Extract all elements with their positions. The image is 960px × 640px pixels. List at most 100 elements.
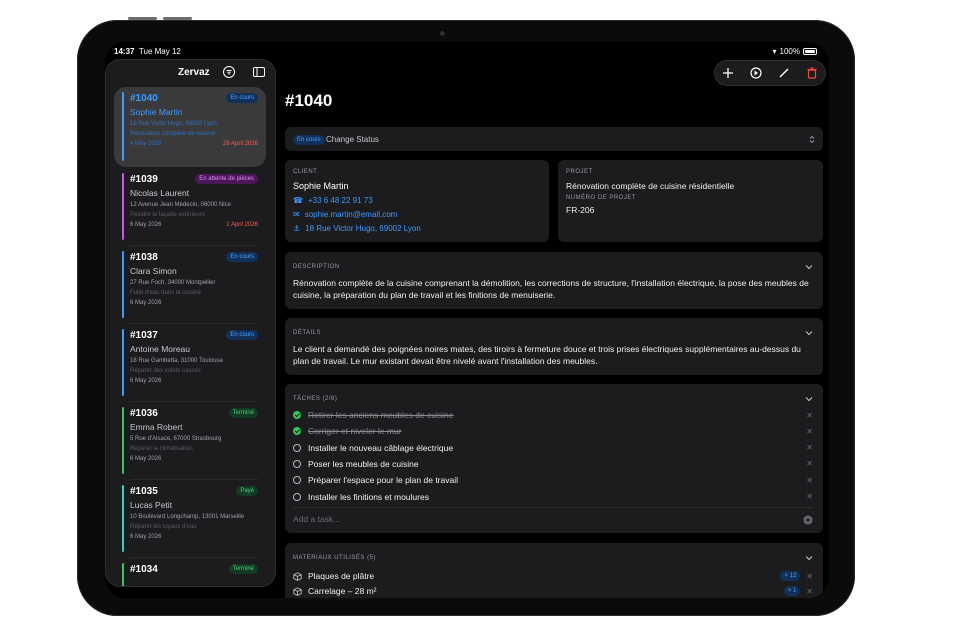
job-number: #1037	[130, 330, 158, 341]
client-card: CLIENT Sophie Martin ☎ +33 6 48 22 91 73 …	[285, 160, 549, 242]
job-client-name: Nicolas Laurent	[130, 188, 190, 198]
status-color-bar	[122, 173, 124, 240]
screen: 14:37 Tue May 12 ▾ 100% Zervaz #1040 En c…	[105, 42, 829, 598]
status-badge: Terminé	[228, 564, 258, 574]
job-list-item[interactable]: #1040 En cours Sophie Martin 18 Rue Victor …	[114, 87, 266, 167]
description-card[interactable]: DESCRIPTION Rénovation complète de la cu…	[285, 252, 823, 309]
client-email-link[interactable]: ✉ sophie.martin@email.com	[293, 210, 397, 219]
edit-pencil-icon[interactable]	[777, 66, 791, 80]
status-color-bar	[122, 251, 124, 318]
job-list-item[interactable]: #1035 Payé Lucas Petit 10 Boulevard Longcha…	[114, 480, 266, 558]
task-label: Installer le nouveau câblage électrique	[308, 442, 454, 453]
details-card[interactable]: DÉTAILS Le client a demandé des poignées…	[285, 318, 823, 375]
status-cycle-icon[interactable]	[749, 66, 763, 80]
details-caption: DÉTAILS	[293, 330, 322, 336]
delete-task-icon[interactable]: ✕	[806, 492, 813, 501]
filter-icon[interactable]	[222, 65, 236, 79]
delete-task-icon[interactable]: ✕	[806, 411, 813, 420]
delete-task-icon[interactable]: ✕	[806, 459, 813, 468]
chevron-down-icon[interactable]	[805, 554, 813, 562]
delete-material-icon[interactable]: ✕	[806, 572, 813, 581]
client-address-link[interactable]: ⚓ 18 Rue Victor Hugo, 69002 Lyon	[293, 224, 421, 233]
status-badge: En cours	[226, 93, 258, 103]
phone-icon: ☎	[293, 196, 303, 205]
material-quantity: × 12	[780, 571, 801, 581]
job-client-name: Emma Robert	[130, 422, 183, 432]
project-name: Rénovation complète de cuisine résidenti…	[566, 181, 735, 191]
details-text: Le client a demandé des poignées noires …	[293, 344, 801, 366]
mail-icon: ✉	[293, 210, 300, 219]
status-color-bar	[122, 407, 124, 474]
volume-button	[128, 17, 157, 20]
job-address: 27 Rue Foch, 34000 Montpellier	[130, 280, 216, 286]
project-card: PROJET Rénovation complète de cuisine ré…	[558, 160, 823, 242]
task-checkbox[interactable]	[293, 492, 301, 501]
sidebar-toggle-icon[interactable]	[252, 65, 266, 79]
delete-material-icon[interactable]: ✕	[806, 587, 813, 596]
status-badge: En attente de pièces	[195, 174, 258, 184]
job-list-item[interactable]: #1034 Terminé	[114, 558, 266, 586]
project-number-caption: NUMÉRO DE PROJET	[566, 195, 637, 201]
status-color-bar	[122, 92, 124, 161]
trash-icon[interactable]	[805, 66, 819, 80]
job-client-name: Sophie Martin	[130, 107, 183, 117]
task-checkbox[interactable]	[293, 476, 301, 485]
change-status-label: Change Status	[326, 135, 379, 144]
chevron-down-icon[interactable]	[805, 263, 813, 271]
task-label: Corriger et niveler le mur	[308, 426, 402, 437]
divider	[293, 507, 813, 508]
job-client-name: Clara Simon	[130, 266, 177, 276]
job-list-sidebar: Zervaz #1040 En cours Sophie Martin 18 Rue …	[106, 60, 275, 586]
task-row: Installer le nouveau câblage électrique ✕	[293, 441, 813, 455]
add-task-icon[interactable]	[803, 515, 813, 525]
job-address: 18 Rue Gambetta, 31000 Toulouse	[130, 358, 223, 364]
task-row: Préparer l'espace pour le plan de travai…	[293, 473, 813, 487]
job-address: 10 Boulevard Longchamp, 13001 Marseille	[130, 514, 245, 520]
delete-task-icon[interactable]: ✕	[806, 427, 813, 436]
job-date: 6 May 2026	[130, 222, 162, 228]
add-task-input[interactable]: Add a task...	[293, 514, 340, 524]
project-number: FR-206	[566, 205, 595, 215]
client-caption: CLIENT	[293, 169, 318, 175]
job-list-item[interactable]: #1037 En cours Antoine Moreau 18 Rue Gambet…	[114, 324, 266, 402]
delete-task-icon[interactable]: ✕	[806, 476, 813, 485]
job-detail: #1040 En cours Change Status CLIENT Soph…	[285, 42, 829, 598]
materials-caption: MATÉRIAUX UTILISÉS (5)	[293, 555, 376, 561]
delete-task-icon[interactable]: ✕	[806, 443, 813, 452]
task-row: Corriger et niveler le mur ✕	[293, 424, 813, 438]
status-color-bar	[122, 563, 124, 586]
job-date: 6 May 2026	[130, 456, 162, 462]
material-quantity: × 1	[783, 586, 801, 596]
task-row: Installer les finitions et moulures ✕	[293, 490, 813, 504]
task-checkbox[interactable]	[293, 443, 301, 452]
task-label: Installer les finitions et moulures	[308, 491, 429, 502]
job-due-date: 29 April 2026	[222, 141, 258, 147]
chevron-down-icon[interactable]	[805, 395, 813, 403]
task-checkbox[interactable]	[293, 459, 301, 468]
toolbar	[715, 61, 825, 85]
status-color-bar	[122, 329, 124, 396]
front-camera	[440, 31, 445, 36]
job-list-item[interactable]: #1038 En cours Clara Simon 27 Rue Foch, 340…	[114, 246, 266, 324]
client-name: Sophie Martin	[293, 181, 349, 191]
material-label: Carrelage – 28 m²	[308, 586, 377, 596]
add-icon[interactable]	[721, 66, 735, 80]
job-list-item[interactable]: #1036 Terminé Emma Robert 5 Rue d'Alsace, 6…	[114, 402, 266, 480]
project-caption: PROJET	[566, 169, 593, 175]
job-date: 6 May 2026	[130, 378, 162, 384]
map-pin-icon: ⚓	[293, 224, 301, 233]
job-description: Rénovation complète de cuisine	[130, 131, 216, 137]
task-checkbox[interactable]	[293, 427, 301, 436]
job-list-item[interactable]: #1039 En attente de pièces Nicolas Laurent…	[114, 168, 266, 246]
client-phone-link[interactable]: ☎ +33 6 48 22 91 73	[293, 196, 373, 205]
status-badge: En cours	[226, 330, 258, 340]
chevron-down-icon[interactable]	[805, 329, 813, 337]
change-status-button[interactable]: En cours Change Status	[285, 127, 823, 151]
task-checkbox[interactable]	[293, 411, 301, 419]
status-color-bar	[122, 485, 124, 552]
job-date: 6 May 2026	[130, 534, 162, 540]
app-title: Zervaz	[178, 67, 210, 78]
tasks-card: TÂCHES (2/6) Retirer les anciens meubles…	[285, 384, 823, 533]
status-pill: En cours	[293, 135, 325, 145]
volume-button	[163, 17, 192, 20]
